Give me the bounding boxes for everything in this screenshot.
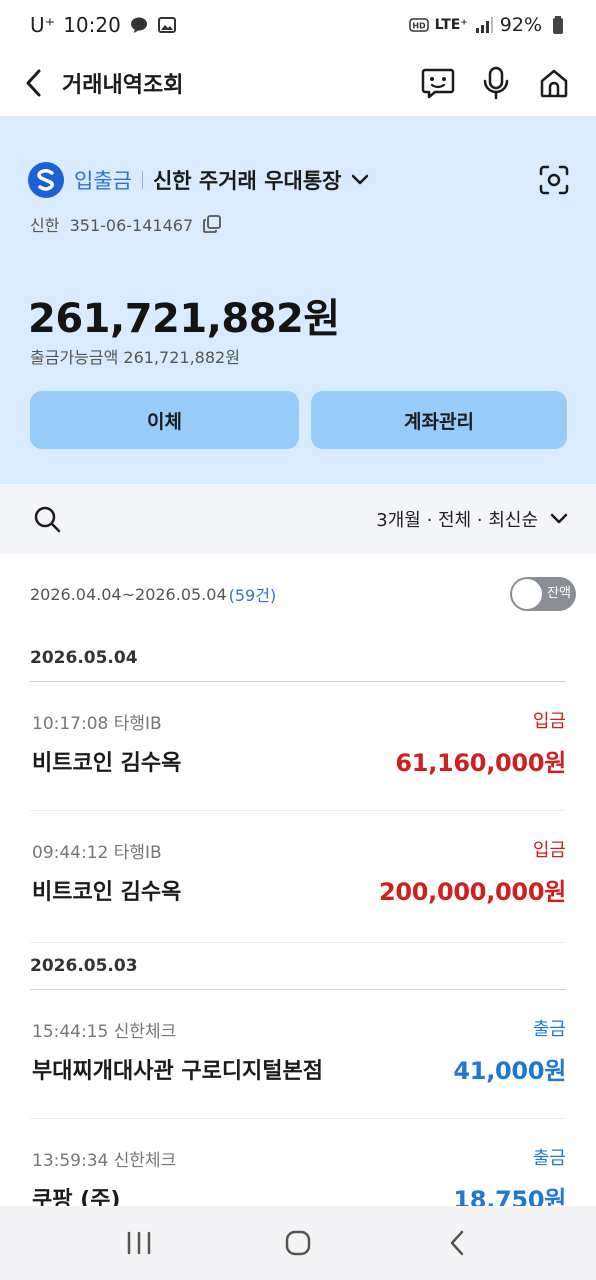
gallery-icon [157,16,177,34]
voice-button[interactable] [478,65,514,101]
account-name[interactable]: 신한 주거래 우대통장 [153,165,342,195]
battery-icon [548,16,568,34]
chevron-down-icon [352,174,369,185]
account-separator [141,171,143,189]
filter-label: 3개월 · 전체 · 최신순 [376,510,538,531]
transaction-amount: 200,000,000원 [378,878,566,906]
transaction-type: 출금 [532,1019,566,1040]
copy-button[interactable] [201,213,223,235]
transaction-meta: 15:44:15 신한체크 [32,1022,177,1042]
account-card: 입출금 신한 주거래 우대통장 신한 351-06-141467 261,721… [0,116,596,484]
transaction-meta: 13:59:34 신한체크 [32,1151,177,1171]
account-number: 신한 351-06-141467 [30,216,194,235]
date-group-header: 2026.05.03 [30,942,566,990]
transaction-type: 입금 [532,711,566,732]
search-button[interactable] [32,504,62,534]
toggle-label: 잔액 [547,586,571,601]
hd-icon: HD [408,16,429,34]
home-icon [540,69,568,98]
app-header: 거래내역조회 [0,50,596,116]
transaction-amount: 61,160,000원 [395,749,566,777]
account-manage-button[interactable]: 계좌관리 [311,391,567,449]
copy-icon [203,215,222,233]
chatbot-icon [421,68,455,99]
status-time: 10:20 [63,13,121,37]
search-icon [34,506,61,533]
home-button[interactable] [536,65,572,101]
back-button[interactable] [24,63,52,103]
talk-icon [129,16,149,34]
transaction-meta: 09:44:12 타행IB [32,843,162,863]
transaction-description: 비트코인 김수옥 [32,880,182,905]
carrier-label: U⁺ [30,13,56,37]
available-amount: 출금가능금액 261,721,882원 [30,348,240,367]
scan-button[interactable] [536,162,572,198]
system-nav-bar [0,1206,596,1280]
svg-text:HD: HD [412,22,426,31]
transaction-type: 입금 [532,840,566,861]
system-back-button[interactable] [427,1218,487,1268]
filter-select[interactable]: 3개월 · 전체 · 최신순 [376,506,568,532]
transaction-description: 부대찌개대사관 구로디지털본점 [32,1059,324,1084]
network-label: LTE⁺ [434,17,468,33]
status-bar: U⁺ 10:20 HD LTE⁺ 92% [0,0,596,50]
chatbot-button[interactable] [420,65,456,101]
transaction-meta: 10:17:08 타행IB [32,714,162,734]
status-right: HD LTE⁺ 92% [408,14,568,36]
transaction-row[interactable]: 10:17:08 타행IB 입금 비트코인 김수옥 61,160,000원 [30,683,566,811]
date-range: 2026.04.04~2026.05.04 [30,584,227,604]
system-home-button[interactable] [268,1218,328,1268]
filter-bar: 3개월 · 전체 · 최신순 [0,484,596,554]
shinhan-logo-icon [28,162,64,198]
account-type: 입출금 [74,169,132,193]
microphone-icon [483,66,509,100]
account-dropdown-button[interactable] [351,174,369,186]
transaction-row[interactable]: 15:44:15 신한체크 출금 부대찌개대사관 구로디지털본점 41,000원 [30,991,566,1119]
recent-apps-icon [128,1231,151,1255]
chevron-down-icon [550,513,568,524]
range-row: 2026.04.04~2026.05.04 (59건) 잔액 [30,575,576,613]
page-title: 거래내역조회 [62,73,184,98]
signal-icon [474,16,494,34]
transfer-button[interactable]: 이체 [30,391,299,449]
home-circle-icon [285,1230,311,1256]
account-number-row: 신한 351-06-141467 [30,212,223,236]
transaction-row[interactable]: 09:44:12 타행IB 입금 비트코인 김수옥 200,000,000원 [30,812,566,940]
scan-icon [539,165,569,195]
account-selector-row: 입출금 신한 주거래 우대통장 [28,162,572,198]
transaction-description: 비트코인 김수옥 [32,751,182,776]
transaction-count: (59건) [228,586,277,605]
date-group-header: 2026.05.04 [30,634,566,682]
status-left: U⁺ 10:20 [30,13,177,37]
transaction-amount: 41,000원 [453,1057,566,1085]
toggle-knob [512,579,542,609]
transaction-type: 출금 [532,1148,566,1169]
balance-toggle[interactable]: 잔액 [510,577,576,611]
header-actions [420,65,572,101]
account-balance: 261,721,882원 [28,296,340,342]
back-arrow-icon [26,69,41,97]
battery-percent: 92% [499,14,542,36]
recent-apps-button[interactable] [109,1218,169,1268]
back-chevron-icon [450,1230,463,1256]
